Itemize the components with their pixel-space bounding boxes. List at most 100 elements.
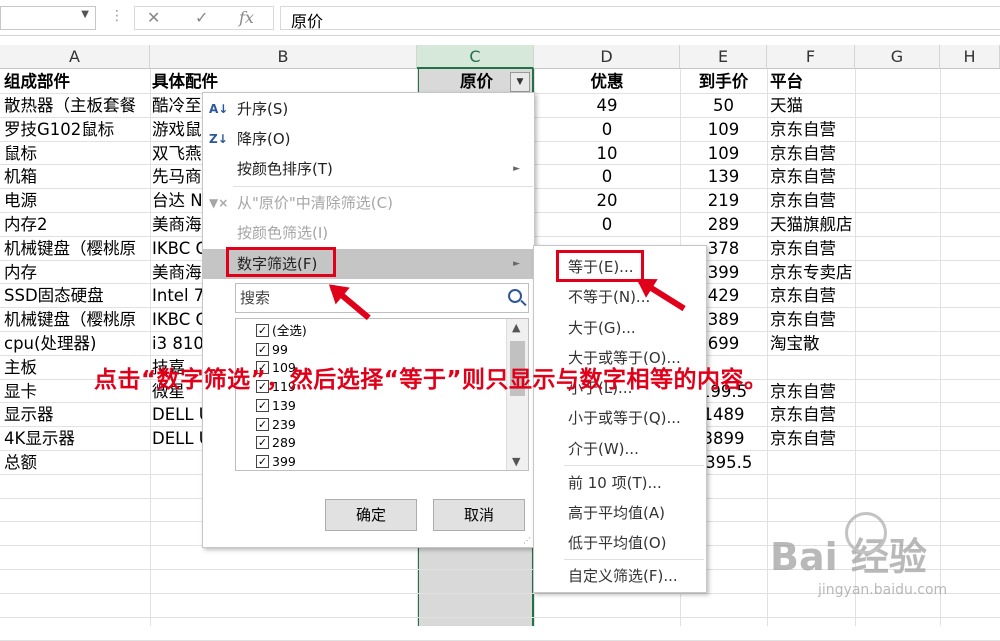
sort-by-color-item[interactable]: 按颜色排序(T) ► [203, 155, 534, 183]
column-header-e[interactable]: E [680, 45, 767, 69]
ok-button[interactable]: 确定 [325, 499, 417, 531]
table-cell-f[interactable]: 京东自营 [770, 189, 854, 212]
table-cell-e[interactable]: 219 [680, 189, 767, 212]
table-cell-d[interactable]: 0 [534, 213, 680, 236]
number-filter-option[interactable]: 自定义筛选(F)... [534, 561, 706, 591]
table-cell-f[interactable]: 京东自营 [770, 142, 854, 165]
scroll-up-icon[interactable]: ▲ [512, 321, 520, 334]
sort-ascending-item[interactable]: A↓ 升序(S) [203, 95, 534, 123]
table-cell-a[interactable]: 内存 [4, 261, 150, 284]
formula-input[interactable]: 原价 [280, 6, 1000, 30]
filter-dropdown-icon[interactable]: ▼ [510, 72, 530, 92]
name-box[interactable]: ▼ [0, 6, 96, 30]
table-cell-f[interactable]: 淘宝散 [770, 332, 854, 355]
filter-list-item-label: (全选) [272, 323, 307, 338]
checkbox-icon[interactable]: ✓ [256, 436, 269, 449]
chevron-down-icon[interactable]: ▼ [81, 9, 89, 20]
insert-function-icon[interactable]: fx [239, 8, 254, 27]
number-filter-option[interactable]: 低于平均值(O) [534, 528, 706, 558]
sort-descending-item[interactable]: Z↓ 降序(O) [203, 125, 534, 153]
checkbox-icon[interactable]: ✓ [256, 324, 269, 337]
table-cell-d[interactable]: 0 [534, 165, 680, 188]
filter-list-item[interactable]: ✓239 [256, 415, 296, 434]
table-cell-f[interactable] [770, 451, 854, 474]
search-icon[interactable] [508, 289, 522, 303]
clear-filter-item[interactable]: ▼× 从"原价"中清除筛选(C) [203, 189, 534, 217]
table-cell-f[interactable]: 天猫 [770, 94, 854, 117]
list-scrollbar[interactable]: ▲ ▼ [506, 319, 528, 470]
table-cell-a[interactable]: 内存2 [4, 213, 150, 236]
table-cell-e[interactable]: 109 [680, 118, 767, 141]
table-cell-a[interactable]: 显示器 [4, 403, 150, 426]
number-filter-option[interactable]: 介于(W)... [534, 434, 706, 464]
table-cell-e[interactable]: 139 [680, 165, 767, 188]
table-cell-f[interactable]: 京东自营 [770, 427, 854, 450]
column-header-g[interactable]: G [855, 45, 940, 69]
checkbox-icon[interactable]: ✓ [256, 399, 269, 412]
filter-values-list[interactable]: ✓(全选)✓99✓109✓119✓139✓239✓289✓399✓419 ▲ ▼ [235, 318, 529, 471]
table-cell-a[interactable]: 总额 [4, 451, 150, 474]
more-options-icon[interactable]: ⋮ [110, 8, 124, 24]
table-cell-e[interactable]: 289 [680, 213, 767, 236]
sort-descending-label: 降序(O) [237, 130, 291, 148]
header-cell-e[interactable]: 到手价 [680, 70, 767, 93]
header-cell-c[interactable]: 原价 [419, 70, 493, 93]
table-cell-a[interactable]: SSD固态硬盘 [4, 284, 150, 307]
column-header-f[interactable]: F [767, 45, 855, 69]
table-cell-a[interactable]: 罗技G102鼠标 [4, 118, 150, 141]
table-cell-a[interactable]: 鼠标 [4, 142, 150, 165]
table-cell-f[interactable]: 京东自营 [770, 403, 854, 426]
filter-by-color-item[interactable]: 按颜色筛选(I) [203, 219, 534, 247]
column-header-c[interactable]: C [417, 45, 534, 69]
table-cell-a[interactable]: 电源 [4, 189, 150, 212]
table-cell-f[interactable]: 京东自营 [770, 284, 854, 307]
column-header-d[interactable]: D [534, 45, 680, 69]
column-header-a[interactable]: A [0, 45, 150, 69]
number-filter-option[interactable]: 前 10 项(T)... [534, 468, 706, 498]
cancel-icon[interactable]: ✕ [147, 8, 160, 27]
column-header-b[interactable]: B [150, 45, 417, 69]
column-header-h[interactable]: H [940, 45, 1000, 69]
table-cell-e[interactable]: 50 [680, 94, 767, 117]
annotation-text: 点击“数字筛选”，然后选择“等于”则只显示与数字相等的内容。 [94, 360, 954, 394]
table-cell-d[interactable]: 0 [534, 118, 680, 141]
table-cell-f[interactable]: 京东自营 [770, 165, 854, 188]
resize-grip-icon[interactable]: ⋰ [523, 536, 531, 545]
table-cell-a[interactable]: 机械键盘（樱桃原 [4, 237, 150, 260]
table-cell-a[interactable]: 机箱 [4, 165, 150, 188]
filter-search-input[interactable]: 搜索 [235, 283, 529, 313]
checkbox-icon[interactable]: ✓ [256, 343, 269, 356]
table-cell-d[interactable]: 20 [534, 189, 680, 212]
header-cell-f[interactable]: 平台 [770, 70, 854, 93]
table-cell-f[interactable]: 京东自营 [770, 237, 854, 260]
table-cell-f[interactable]: 京东自营 [770, 118, 854, 141]
scroll-down-icon[interactable]: ▼ [512, 455, 520, 468]
table-cell-a[interactable]: cpu(处理器) [4, 332, 150, 355]
filter-list-item[interactable]: ✓99 [256, 340, 288, 359]
formula-bar: ▼ ⋮ ✕ ✓ fx 原价 [0, 0, 1000, 36]
filter-list-item[interactable]: ✓(全选) [256, 321, 307, 340]
filter-list-item[interactable]: ✓139 [256, 396, 296, 415]
table-cell-a[interactable]: 4K显示器 [4, 427, 150, 450]
number-filter-option[interactable]: 大于(G)... [534, 313, 706, 343]
table-cell-f[interactable]: 京东专卖店 [770, 261, 854, 284]
number-filter-option[interactable]: 小于或等于(Q)... [534, 403, 706, 433]
enter-icon[interactable]: ✓ [195, 8, 208, 27]
number-filter-submenu: 等于(E)...不等于(N)...大于(G)...大于或等于(O)...小于(L… [533, 245, 707, 593]
table-cell-f[interactable]: 天猫旗舰店 [770, 213, 854, 236]
header-cell-b[interactable]: 具体配件 [152, 70, 412, 93]
filter-list-item[interactable]: ✓399 [256, 452, 296, 471]
checkbox-icon[interactable]: ✓ [256, 418, 269, 431]
table-cell-a[interactable]: 散热器（主板套餐 [4, 94, 150, 117]
filter-list-item[interactable]: ✓289 [256, 433, 296, 452]
table-cell-a[interactable]: 机械键盘（樱桃原 [4, 308, 150, 331]
table-cell-f[interactable]: 京东自营 [770, 308, 854, 331]
table-cell-e[interactable]: 109 [680, 142, 767, 165]
checkbox-icon[interactable]: ✓ [256, 455, 269, 468]
table-cell-d[interactable]: 49 [534, 94, 680, 117]
header-cell-d[interactable]: 优惠 [534, 70, 680, 93]
header-cell-a[interactable]: 组成部件 [4, 70, 150, 93]
number-filter-option[interactable]: 高于平均值(A) [534, 498, 706, 528]
cancel-button[interactable]: 取消 [433, 499, 525, 531]
table-cell-d[interactable]: 10 [534, 142, 680, 165]
